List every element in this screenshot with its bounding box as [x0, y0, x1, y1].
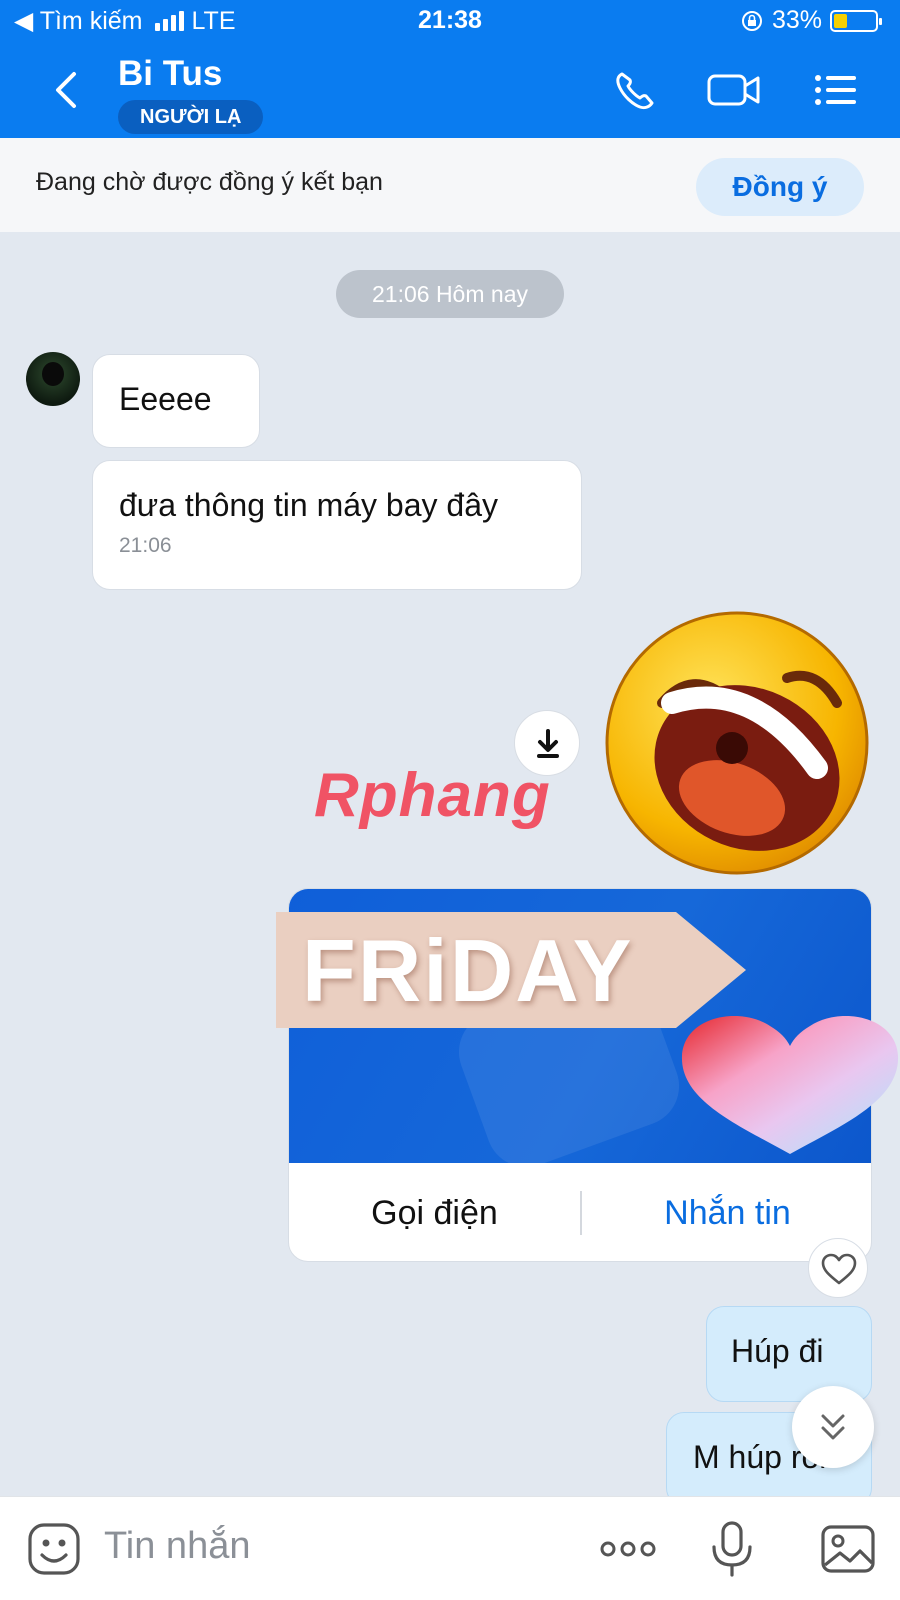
battery-icon [830, 9, 882, 32]
avatar[interactable] [26, 352, 80, 406]
message-text: đưa thông tin máy bay đây [119, 487, 498, 523]
message-input[interactable]: Tin nhắn [104, 1525, 250, 1568]
friend-request-bar: Đang chờ được đồng ý kết bạn Đồng ý [0, 138, 900, 232]
menu-icon[interactable] [812, 68, 860, 112]
chevron-double-down-icon [821, 1414, 845, 1440]
battery-fill [834, 13, 847, 28]
video-icon[interactable] [706, 68, 762, 112]
back-icon[interactable] [48, 68, 82, 112]
download-icon [537, 729, 559, 758]
status-bar-right: 33% [740, 6, 882, 35]
emoji-icon[interactable] [24, 1519, 84, 1579]
message-button[interactable]: Nhắn tin [582, 1194, 871, 1233]
incoming-message[interactable]: đưa thông tin máy bay đây 21:06 [92, 460, 582, 590]
download-button[interactable] [514, 710, 580, 776]
friend-request-text: Đang chờ được đồng ý kết bạn [36, 168, 383, 196]
laughing-emoji-sticker[interactable] [602, 608, 872, 878]
time-divider: 21:06 Hôm nay [336, 270, 564, 318]
message-text: Húp đi [731, 1333, 824, 1369]
friday-sticker-text: FRiDAY [302, 921, 634, 1020]
scroll-to-bottom-button[interactable] [792, 1386, 874, 1468]
heart-sticker [681, 1016, 899, 1154]
contact-name[interactable]: Bi Tus [118, 54, 222, 94]
card-actions: Gọi điện Nhắn tin [289, 1163, 871, 1261]
orientation-lock-icon [741, 10, 762, 31]
more-icon[interactable] [596, 1519, 660, 1579]
phone-icon[interactable] [612, 68, 660, 112]
battery-percent: 33% [771, 6, 822, 34]
microphone-icon[interactable] [702, 1519, 762, 1579]
message-input-bar: Tin nhắn [0, 1496, 900, 1600]
like-button[interactable] [808, 1238, 868, 1298]
message-time: 21:06 [119, 534, 172, 557]
image-icon[interactable] [818, 1519, 878, 1579]
heart-icon [821, 1253, 857, 1285]
chat-header: ◀ Tìm kiếm LTE 21:38 33% Bi Tus NGƯỜI LẠ [0, 0, 900, 138]
incoming-message[interactable]: Eeeee [92, 354, 260, 448]
call-button[interactable]: Gọi điện [289, 1194, 580, 1233]
stranger-badge: NGƯỜI LẠ [118, 100, 264, 134]
message-text: Eeeee [119, 381, 212, 417]
accept-friend-button[interactable]: Đồng ý [696, 158, 864, 216]
